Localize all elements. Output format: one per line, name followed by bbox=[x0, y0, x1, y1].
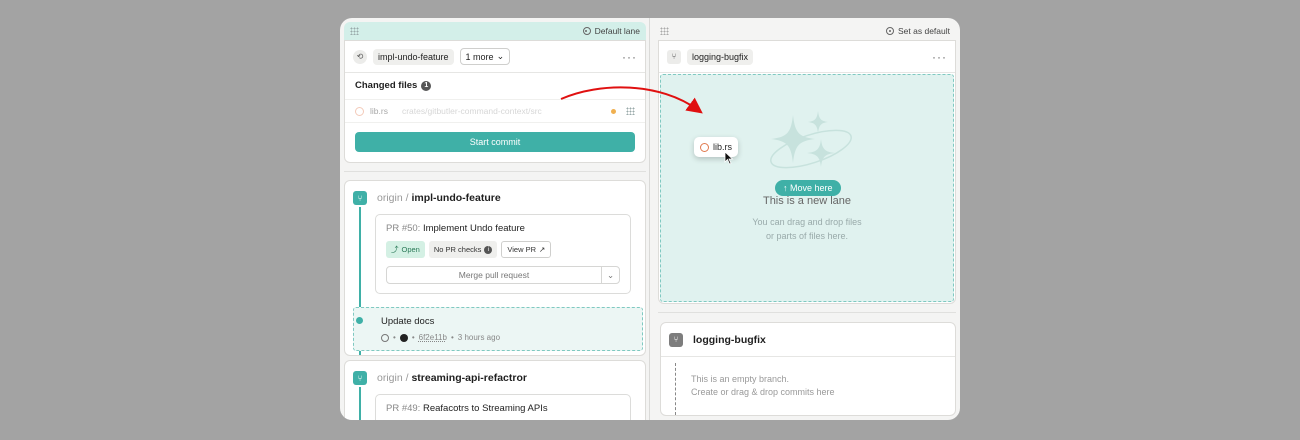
workspace-card: ⟲ impl-undo-feature 1 more ⌄ ··· Changed … bbox=[344, 40, 646, 163]
pr-title[interactable]: PR #49: Reafacotrs to Streaming APIs bbox=[386, 403, 620, 414]
stack-title[interactable]: logging-bugfix bbox=[693, 334, 766, 346]
merge-icon: ⤴ bbox=[391, 245, 399, 254]
lane-header: Default lane bbox=[344, 22, 646, 40]
commit-meta: • • 6f2e11b • 3 hours ago bbox=[381, 333, 642, 342]
lane-default: Default lane ⟲ impl-undo-feature 1 more ⌄… bbox=[340, 18, 650, 420]
pr-title[interactable]: PR #50: Implement Undo feature bbox=[386, 223, 620, 234]
stack-title[interactable]: origin / impl-undo-feature bbox=[377, 192, 501, 204]
branch-icon: ⑂ bbox=[353, 191, 367, 205]
file-drag-handle-icon[interactable] bbox=[626, 107, 635, 115]
branch-header: ⟲ impl-undo-feature 1 more ⌄ ··· bbox=[345, 41, 645, 73]
default-lane-label: Default lane bbox=[582, 26, 640, 36]
external-link-icon: ↗ bbox=[539, 245, 546, 254]
branch-icon: ⟲ bbox=[353, 49, 367, 64]
stack-header: ⑂ logging-bugfix bbox=[661, 323, 955, 357]
branch-icon: ⑂ bbox=[667, 49, 681, 64]
file-name: lib.rs bbox=[370, 106, 388, 116]
merge-button-group: Merge pull request ⌄ bbox=[386, 266, 620, 284]
target-icon bbox=[886, 27, 895, 35]
commit-time: 3 hours ago bbox=[457, 333, 501, 342]
arrow-up-icon: ↑ bbox=[783, 183, 788, 193]
chevron-down-icon: ⌄ bbox=[496, 51, 505, 61]
lane-new: Set as default ⑂ logging-bugfix ··· This… bbox=[650, 18, 960, 420]
branch-chip[interactable]: impl-undo-feature bbox=[373, 48, 454, 65]
pr-status-badge: ⤴ Open bbox=[386, 241, 425, 258]
kebab-menu-icon[interactable]: ··· bbox=[622, 50, 637, 64]
target-icon bbox=[582, 27, 591, 35]
changed-files-count: 1 bbox=[421, 80, 432, 91]
branch-chip[interactable]: logging-bugfix bbox=[687, 48, 754, 65]
stack-title[interactable]: origin / streaming-api-refactror bbox=[377, 372, 527, 384]
app-window: Default lane ⟲ impl-undo-feature 1 more ⌄… bbox=[340, 18, 960, 420]
info-icon: i bbox=[484, 245, 493, 254]
rust-file-icon bbox=[355, 106, 364, 116]
chevron-down-icon[interactable]: ⌄ bbox=[601, 267, 619, 283]
file-path: crates/gitbutler-command-context/src bbox=[401, 106, 542, 116]
commit-sha[interactable]: 6f2e11b bbox=[419, 333, 447, 342]
mouse-cursor-icon bbox=[724, 151, 734, 165]
stack-header: ⑂ origin / streaming-api-refactror bbox=[345, 361, 645, 395]
pr-checks-badge: No PR checks i bbox=[428, 241, 498, 258]
avatar bbox=[399, 333, 408, 342]
sparkles-icon bbox=[770, 111, 852, 169]
empty-lane-hint: You can drag and drop files or parts of … bbox=[752, 217, 862, 241]
separator bbox=[344, 171, 646, 172]
status-icon bbox=[381, 333, 389, 342]
file-row[interactable]: lib.rs crates/gitbutler-command-context/… bbox=[345, 99, 645, 123]
merge-pull-request-button[interactable]: Merge pull request bbox=[387, 267, 601, 283]
pr-badges: ⤴ Open No PR checks i View PR ↗ bbox=[386, 241, 620, 258]
set-as-default-button[interactable]: Set as default bbox=[886, 26, 950, 36]
rust-file-icon bbox=[700, 142, 709, 152]
commit-row[interactable]: Update docs • • 6f2e11b • 3 hours ago bbox=[353, 307, 643, 351]
modified-dot-icon bbox=[611, 108, 616, 114]
pr-card: PR #49: Reafacotrs to Streaming APIs bbox=[375, 394, 631, 420]
drag-handle-icon[interactable] bbox=[350, 27, 359, 35]
empty-lane-title: This is a new lane bbox=[762, 195, 852, 207]
branch-header: ⑂ logging-bugfix ··· bbox=[659, 41, 955, 73]
more-branches-button[interactable]: 1 more ⌄ bbox=[459, 48, 511, 65]
lane-header: Set as default bbox=[654, 22, 956, 40]
kebab-menu-icon[interactable]: ··· bbox=[932, 50, 947, 64]
changed-files-header: Changed files 1 bbox=[345, 73, 645, 91]
drag-handle-icon[interactable] bbox=[660, 27, 669, 35]
view-pr-button[interactable]: View PR ↗ bbox=[501, 241, 552, 258]
stack-card: ⑂ origin / impl-undo-feature PR #50: Imp… bbox=[344, 180, 646, 356]
empty-branch-card: ⑂ logging-bugfix This is an empty branch… bbox=[660, 322, 956, 416]
move-here-tooltip: ↑ Move here bbox=[775, 180, 841, 196]
stack-header: ⑂ origin / impl-undo-feature bbox=[345, 181, 645, 215]
commit-dot-icon bbox=[356, 317, 363, 324]
commit-title: Update docs bbox=[381, 316, 435, 327]
branch-icon: ⑂ bbox=[669, 332, 683, 347]
branch-icon: ⑂ bbox=[353, 371, 367, 385]
stack-card: ⑂ origin / streaming-api-refactror PR #4… bbox=[344, 360, 646, 420]
drop-zone[interactable]: This is a new lane You can drag and drop… bbox=[660, 74, 954, 302]
empty-branch-hint: This is an empty branch. Create or drag … bbox=[691, 374, 835, 397]
branch-line bbox=[359, 387, 361, 420]
separator bbox=[658, 312, 956, 313]
start-commit-button[interactable]: Start commit bbox=[355, 132, 635, 152]
pr-card: PR #50: Implement Undo feature ⤴ Open No … bbox=[375, 214, 631, 294]
branch-line bbox=[675, 363, 676, 415]
